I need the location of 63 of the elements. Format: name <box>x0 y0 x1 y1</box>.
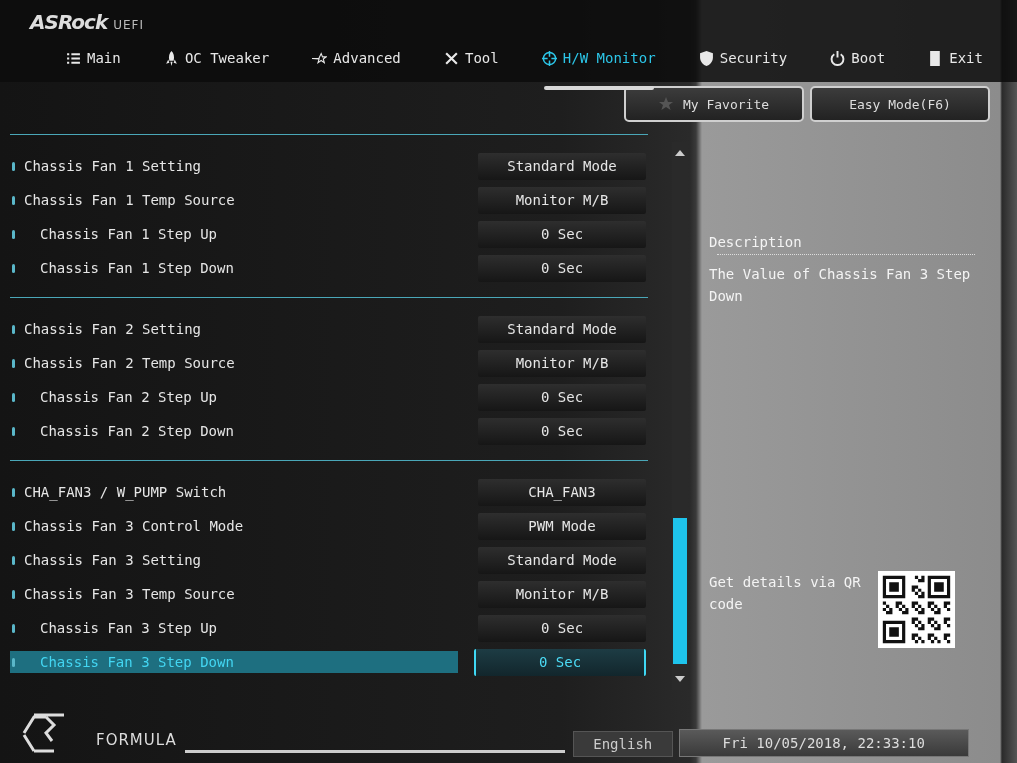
setting-label[interactable]: Chassis Fan 2 Step Down <box>10 420 458 442</box>
setting-label[interactable]: CHA_FAN3 / W_PUMP Switch <box>10 481 458 503</box>
setting-label[interactable]: Chassis Fan 3 Control Mode <box>10 515 458 537</box>
setting-value[interactable]: Standard Mode <box>478 546 646 574</box>
date-time-display: Fri 10/05/2018, 22:33:10 <box>678 729 969 757</box>
rocket-icon <box>163 50 179 66</box>
setting-label[interactable]: Chassis Fan 3 Setting <box>10 549 458 571</box>
nav-tab[interactable]: Advanced <box>308 42 405 90</box>
language-button[interactable]: English <box>572 731 673 757</box>
info-marker-icon <box>12 589 15 599</box>
setting-value[interactable]: Monitor M/B <box>478 349 646 377</box>
logo-text: FORMULA <box>96 731 177 749</box>
setting-value[interactable]: 0 Sec <box>478 614 646 642</box>
info-marker-icon <box>12 487 15 497</box>
star-icon <box>658 97 673 111</box>
setting-label[interactable]: Chassis Fan 1 Step Down <box>10 257 458 279</box>
star-icon <box>312 50 328 66</box>
setting-label[interactable]: Chassis Fan 1 Step Up <box>10 223 458 245</box>
description-text: The Value of Chassis Fan 3 Step Down <box>709 265 972 306</box>
setting-value[interactable]: Standard Mode <box>478 315 646 343</box>
info-marker-icon <box>12 392 15 402</box>
nav-tab[interactable]: Main <box>62 42 125 90</box>
mode-button[interactable]: My Favorite <box>624 86 804 122</box>
setting-value[interactable]: PWM Mode <box>478 512 646 540</box>
logo-suffix: UEFI <box>113 18 144 32</box>
info-marker-icon <box>12 555 15 565</box>
setting-value[interactable]: 0 Sec <box>478 383 646 411</box>
setting-value[interactable]: Standard Mode <box>478 152 646 180</box>
setting-value[interactable]: 0 Sec <box>474 648 646 676</box>
scroll-thumb[interactable] <box>673 518 687 664</box>
info-marker-icon <box>12 358 15 368</box>
info-marker-icon <box>12 426 15 436</box>
crosshair-icon <box>541 50 557 66</box>
setting-label[interactable]: Chassis Fan 2 Temp Source <box>10 352 458 374</box>
shield-icon <box>698 50 714 66</box>
setting-value[interactable]: CHA_FAN3 <box>478 478 646 506</box>
info-marker-icon <box>12 623 15 633</box>
setting-label[interactable]: Chassis Fan 1 Setting <box>10 155 458 177</box>
nav-tab[interactable]: OC Tweaker <box>159 42 274 90</box>
setting-label[interactable]: Chassis Fan 2 Step Up <box>10 386 458 408</box>
nav-tab[interactable]: Tool <box>439 42 503 90</box>
setting-label[interactable]: Chassis Fan 1 Temp Source <box>10 189 458 211</box>
setting-value[interactable]: Monitor M/B <box>478 186 646 214</box>
setting-label[interactable]: Chassis Fan 3 Step Up <box>10 617 458 639</box>
list-icon <box>66 50 81 66</box>
setting-value[interactable]: 0 Sec <box>478 254 646 282</box>
setting-value[interactable]: 0 Sec <box>478 417 646 445</box>
info-marker-icon <box>12 521 15 531</box>
description-heading: Description <box>709 234 803 250</box>
setting-value[interactable]: Monitor M/B <box>478 580 646 608</box>
info-marker-icon <box>12 161 15 171</box>
setting-label[interactable]: Chassis Fan 2 Setting <box>10 318 458 340</box>
power-icon <box>830 50 846 66</box>
setting-label[interactable]: Chassis Fan 3 Temp Source <box>10 583 458 605</box>
info-marker-icon <box>12 195 15 205</box>
brand-logo: ASRock <box>30 10 108 34</box>
mode-button[interactable]: Easy Mode(F6) <box>810 86 990 122</box>
info-marker-icon <box>12 324 15 334</box>
qr-caption: Get details via QR code <box>709 573 862 614</box>
info-marker-icon <box>12 229 15 239</box>
info-marker-icon <box>12 657 15 667</box>
setting-value[interactable]: 0 Sec <box>478 220 646 248</box>
info-marker-icon <box>12 263 15 273</box>
